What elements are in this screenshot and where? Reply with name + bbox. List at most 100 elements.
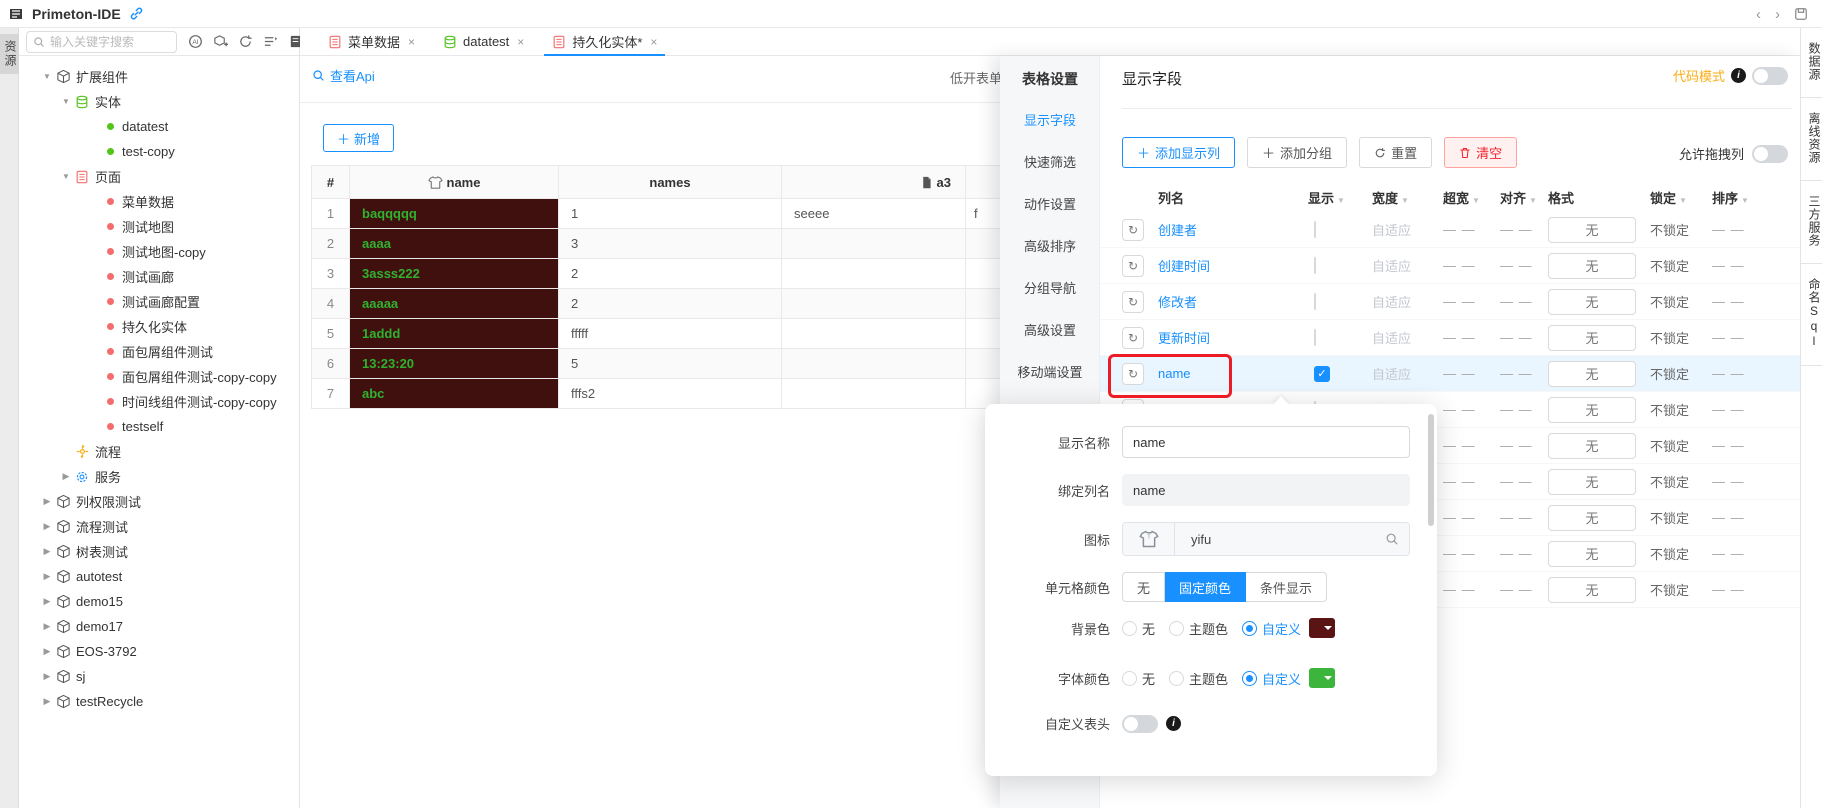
clear-button[interactable]: 清空 xyxy=(1444,137,1517,168)
col-header-align[interactable]: 对齐▼ xyxy=(1500,188,1548,207)
save-layout-icon[interactable] xyxy=(1794,7,1808,21)
tree-arrow-icon[interactable]: ▶ xyxy=(41,546,53,557)
color-swatch[interactable] xyxy=(1309,668,1335,688)
show-checkbox[interactable] xyxy=(1314,329,1316,346)
name-column-header[interactable]: name xyxy=(350,166,559,199)
sort-value[interactable]: — — xyxy=(1712,222,1762,237)
names-cell[interactable]: fffs2 xyxy=(559,379,782,409)
outline-icon[interactable] xyxy=(262,34,278,50)
search-input[interactable] xyxy=(50,35,170,49)
color-swatch[interactable] xyxy=(1309,618,1335,638)
tree-item-时间线组件测试-copy-copy[interactable]: 时间线组件测试-copy-copy xyxy=(19,389,299,414)
tree-arrow-icon[interactable]: ▶ xyxy=(41,571,53,582)
radio-无[interactable] xyxy=(1122,621,1137,636)
column-name-link[interactable]: 创建者 xyxy=(1158,220,1308,239)
a3-cell[interactable] xyxy=(782,319,966,349)
wide-value[interactable]: — — xyxy=(1443,438,1500,453)
reset-button[interactable]: 重置 xyxy=(1359,137,1432,168)
sync-column-icon[interactable]: ↻ xyxy=(1122,255,1144,277)
wide-value[interactable]: — — xyxy=(1443,330,1500,345)
width-value[interactable]: 自适应 xyxy=(1372,328,1443,347)
width-value[interactable]: 自适应 xyxy=(1372,292,1443,311)
width-value[interactable]: 自适应 xyxy=(1372,364,1443,383)
name-cell[interactable]: 13:23:20 xyxy=(350,349,559,379)
col-header-lock[interactable]: 锁定▼ xyxy=(1650,188,1712,207)
settings-menu-item-移动端设置[interactable]: 移动端设置 xyxy=(1000,362,1100,381)
format-button[interactable]: 无 xyxy=(1548,469,1636,495)
format-button[interactable]: 无 xyxy=(1548,433,1636,459)
cell-color-option-无[interactable]: 无 xyxy=(1122,572,1165,602)
allow-drag-toggle[interactable] xyxy=(1752,145,1788,163)
show-checkbox[interactable]: ✓ xyxy=(1314,366,1330,382)
name-cell[interactable]: aaaaa xyxy=(350,289,559,319)
tree-item-持久化实体[interactable]: 持久化实体 xyxy=(19,314,299,339)
settings-menu-item-分组导航[interactable]: 分组导航 xyxy=(1000,278,1100,297)
sort-value[interactable]: — — xyxy=(1712,366,1762,381)
tree-item-测试地图[interactable]: 测试地图 xyxy=(19,214,299,239)
code-mode-toggle[interactable] xyxy=(1752,67,1788,85)
sync-column-icon[interactable]: ↻ xyxy=(1122,327,1144,349)
tree-arrow-icon[interactable]: ▼ xyxy=(60,172,72,181)
a3-cell[interactable] xyxy=(782,229,966,259)
tree-item-EOS-3792[interactable]: ▶EOS-3792 xyxy=(19,639,299,664)
tree-item-testself[interactable]: testself xyxy=(19,414,299,439)
format-button[interactable]: 无 xyxy=(1548,325,1636,351)
column-name-link[interactable]: 更新时间 xyxy=(1158,328,1308,347)
format-button[interactable]: 无 xyxy=(1548,577,1636,603)
add-group-button[interactable]: ＋添加分组 xyxy=(1247,137,1347,168)
tree-arrow-icon[interactable]: ▼ xyxy=(41,72,53,81)
lock-value[interactable]: 不锁定 xyxy=(1650,328,1712,347)
lock-value[interactable]: 不锁定 xyxy=(1650,580,1712,599)
lock-value[interactable]: 不锁定 xyxy=(1650,508,1712,527)
wide-value[interactable]: — — xyxy=(1443,294,1500,309)
tree-item-testRecycle[interactable]: ▶testRecycle xyxy=(19,689,299,714)
name-cell[interactable]: abc xyxy=(350,379,559,409)
nav-back-icon[interactable]: ‹ xyxy=(1756,6,1761,23)
tree-arrow-icon[interactable]: ▶ xyxy=(41,646,53,657)
align-value[interactable]: — — xyxy=(1500,366,1548,381)
tree-item-test-copy[interactable]: test-copy xyxy=(19,139,299,164)
cell-color-option-条件显示[interactable]: 条件显示 xyxy=(1246,572,1327,602)
tree-item-面包屑组件测试[interactable]: 面包屑组件测试 xyxy=(19,339,299,364)
search-box[interactable] xyxy=(26,31,177,53)
align-value[interactable]: — — xyxy=(1500,222,1548,237)
tree-item-页面[interactable]: ▼页面 xyxy=(19,164,299,189)
a3-cell[interactable] xyxy=(782,289,966,319)
settings-menu-item-快速筛选[interactable]: 快速筛选 xyxy=(1000,152,1100,171)
sort-value[interactable]: — — xyxy=(1712,546,1762,561)
align-value[interactable]: — — xyxy=(1500,510,1548,525)
column-name-link[interactable]: name xyxy=(1158,366,1308,381)
tree-item-服务[interactable]: ▶服务 xyxy=(19,464,299,489)
a3-cell[interactable] xyxy=(782,349,966,379)
width-value[interactable]: 自适应 xyxy=(1372,256,1443,275)
tree-item-列权限测试[interactable]: ▶列权限测试 xyxy=(19,489,299,514)
editor-tab-持久化实体*[interactable]: 持久化实体*× xyxy=(538,28,671,55)
settings-menu-item-显示字段[interactable]: 显示字段 xyxy=(1000,110,1100,129)
format-button[interactable]: 无 xyxy=(1548,289,1636,315)
tree-item-面包屑组件测试-copy-copy[interactable]: 面包屑组件测试-copy-copy xyxy=(19,364,299,389)
a3-cell[interactable] xyxy=(782,379,966,409)
link-icon[interactable] xyxy=(129,6,144,21)
wide-value[interactable]: — — xyxy=(1443,582,1500,597)
format-button[interactable]: 无 xyxy=(1548,541,1636,567)
lock-value[interactable]: 不锁定 xyxy=(1650,472,1712,491)
wide-value[interactable]: — — xyxy=(1443,510,1500,525)
sync-column-icon[interactable]: ↻ xyxy=(1122,363,1144,385)
wide-value[interactable]: — — xyxy=(1443,546,1500,561)
names-cell[interactable]: 3 xyxy=(559,229,782,259)
settings-menu-item-高级排序[interactable]: 高级排序 xyxy=(1000,236,1100,255)
align-value[interactable]: — — xyxy=(1500,438,1548,453)
lock-value[interactable]: 不锁定 xyxy=(1650,544,1712,563)
tree-item-实体[interactable]: ▼实体 xyxy=(19,89,299,114)
settings-menu-item-动作设置[interactable]: 动作设置 xyxy=(1000,194,1100,213)
a3-cell[interactable] xyxy=(782,259,966,289)
lock-value[interactable]: 不锁定 xyxy=(1650,364,1712,383)
align-value[interactable]: — — xyxy=(1500,546,1548,561)
popup-scrollbar[interactable] xyxy=(1428,414,1434,526)
tree-arrow-icon[interactable]: ▶ xyxy=(41,696,53,707)
format-button[interactable]: 无 xyxy=(1548,505,1636,531)
tree-arrow-icon[interactable]: ▼ xyxy=(60,97,72,106)
nav-forward-icon[interactable]: › xyxy=(1775,6,1780,23)
tree-item-测试地图-copy[interactable]: 测试地图-copy xyxy=(19,239,299,264)
align-value[interactable]: — — xyxy=(1500,330,1548,345)
